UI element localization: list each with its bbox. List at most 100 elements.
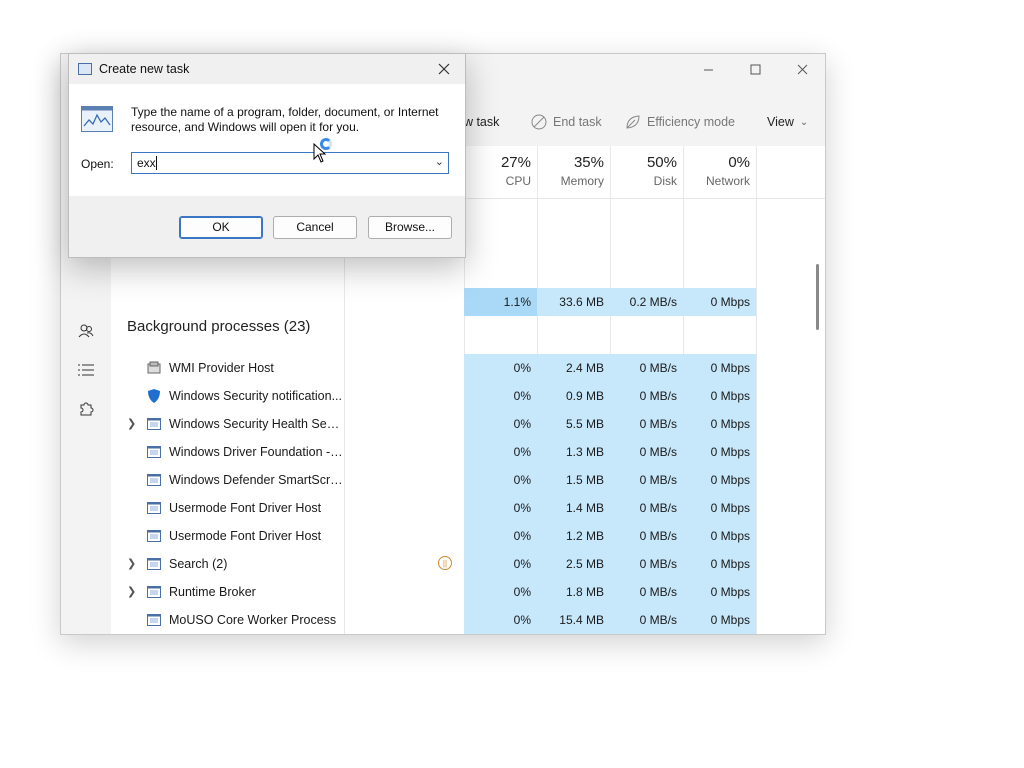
maximize-icon	[750, 64, 760, 74]
network-cell: 0 Mbps	[683, 522, 756, 550]
process-name: WMI Provider Host	[169, 361, 274, 375]
cpu-cell: 0%	[464, 634, 537, 635]
window-app-icon	[147, 473, 161, 487]
table-row[interactable]: Windows Defender SmartScreen 0% 1.5 MB 0 MB…	[111, 466, 825, 494]
table-row[interactable]: WMI Provider Host 0% 2.4 MB 0 MB/s 0 Mbps	[111, 354, 825, 382]
suspended-icon: ||	[438, 556, 452, 570]
table-row[interactable]: MoUSO Core Worker Process 0% 15.4 MB 0 MB/s…	[111, 606, 825, 634]
process-name: Windows Security notification...	[169, 389, 342, 403]
minimize-button[interactable]	[685, 54, 731, 84]
window-app-icon	[147, 501, 161, 515]
disk-cell: 0 MB/s	[610, 410, 683, 438]
cpu-cell: 1.1%	[464, 288, 537, 316]
open-combobox[interactable]: exx ⌄	[131, 152, 449, 174]
view-menu-button[interactable]: View ⌄	[767, 112, 808, 132]
puzzle-icon	[80, 402, 94, 416]
network-cell: 0 Mbps	[683, 634, 756, 635]
table-row[interactable]: Windows Driver Foundation - ... 0% 1.3 MB 0…	[111, 438, 825, 466]
network-cell: 0 Mbps	[683, 606, 756, 634]
cpu-cell: 0%	[464, 382, 537, 410]
dialog-close-button[interactable]	[431, 56, 457, 82]
sidebar-item-users[interactable]	[73, 318, 99, 344]
cpu-percent: 27%	[500, 154, 531, 171]
network-percent: 0%	[728, 154, 750, 171]
network-cell: 0 Mbps	[683, 410, 756, 438]
cpu-cell: 0%	[464, 354, 537, 382]
window-app-icon	[147, 585, 161, 599]
shield-icon	[147, 389, 161, 403]
disk-cell: 0 MB/s	[610, 438, 683, 466]
table-row[interactable]: ❯ Search (2) || 0% 2.5 MB 0 MB/s 0 Mbps	[111, 550, 825, 578]
network-cell: 0 Mbps	[683, 550, 756, 578]
process-name: Usermode Font Driver Host	[169, 529, 322, 543]
process-name: Usermode Font Driver Host	[169, 501, 322, 515]
end-task-icon	[531, 114, 547, 130]
section-title-background-processes: Background processes (23)	[127, 318, 311, 335]
memory-cell: 2.5 MB	[537, 550, 610, 578]
network-cell: 0 Mbps	[683, 578, 756, 606]
memory-cell: 1.4 MB	[537, 494, 610, 522]
column-header-cpu[interactable]: 27% CPU	[461, 154, 531, 188]
sidebar-item-services[interactable]	[73, 396, 99, 422]
table-row[interactable]: ❯ Windows Security Health Servi... 0% 5.5 M…	[111, 410, 825, 438]
network-cell: 0 Mbps	[683, 382, 756, 410]
memory-percent: 35%	[573, 154, 604, 171]
column-header-network[interactable]: 0% Network	[680, 154, 750, 188]
chevron-right-icon[interactable]: ❯	[127, 410, 136, 438]
busy-spinner-icon	[320, 138, 332, 150]
network-cell: 0 Mbps	[683, 288, 756, 316]
table-row[interactable]: ❯ Runtime Broker 0% 1.8 MB 0 MB/s 0 Mbps	[111, 578, 825, 606]
memory-cell: 1.8 MB	[537, 578, 610, 606]
cpu-cell: 0%	[464, 578, 537, 606]
maximize-button[interactable]	[732, 54, 778, 84]
table-row[interactable]: Usermode Font Driver Host 0% 1.2 MB 0 MB/s 0…	[111, 522, 825, 550]
chevron-right-icon[interactable]: ❯	[127, 634, 136, 635]
cpu-cell: 0%	[464, 606, 537, 634]
cpu-label: CPU	[505, 174, 531, 188]
table-row[interactable]: ❯Microsoft Windows Search In...0%4.2 MB0…	[111, 634, 825, 635]
network-cell: 0 Mbps	[683, 494, 756, 522]
table-row[interactable]: 1.1% 33.6 MB 0.2 MB/s 0 Mbps	[111, 288, 825, 316]
run-app-icon	[78, 63, 92, 75]
table-row[interactable]: Usermode Font Driver Host 0% 1.4 MB 0 MB/s 0…	[111, 494, 825, 522]
process-name: Windows Security Health Servi...	[169, 417, 343, 431]
disk-cell: 0 MB/s	[610, 354, 683, 382]
ok-button[interactable]: OK	[179, 216, 263, 239]
memory-cell: 1.5 MB	[537, 466, 610, 494]
disk-percent: 50%	[646, 154, 677, 171]
list-icon	[78, 364, 94, 376]
wmi-icon	[147, 361, 161, 375]
cancel-button[interactable]: Cancel	[273, 216, 357, 239]
close-button[interactable]	[779, 54, 825, 84]
cpu-cell: 0%	[464, 494, 537, 522]
disk-cell: 0 MB/s	[610, 522, 683, 550]
memory-cell: 33.6 MB	[537, 288, 610, 316]
efficiency-mode-button[interactable]: Efficiency mode	[625, 112, 735, 132]
column-header-disk[interactable]: 50% Disk	[607, 154, 677, 188]
window-app-icon	[147, 417, 161, 431]
chevron-down-icon[interactable]: ⌄	[435, 155, 444, 168]
view-label: View	[767, 115, 794, 129]
table-row[interactable]: Windows Security notification... 0% 0.9 MB…	[111, 382, 825, 410]
end-task-button[interactable]: End task	[531, 112, 602, 132]
chevron-right-icon[interactable]: ❯	[127, 578, 136, 606]
close-icon	[797, 64, 807, 74]
end-task-label: End task	[553, 115, 602, 129]
sidebar-item-details[interactable]	[73, 357, 99, 383]
minimize-icon	[703, 69, 713, 70]
cpu-cell: 0%	[464, 410, 537, 438]
window-app-icon	[147, 557, 161, 571]
column-header-memory[interactable]: 35% Memory	[534, 154, 604, 188]
network-cell: 0 Mbps	[683, 354, 756, 382]
cpu-cell: 0%	[464, 522, 537, 550]
memory-cell: 1.2 MB	[537, 522, 610, 550]
text-caret	[156, 156, 157, 170]
chevron-right-icon[interactable]: ❯	[127, 550, 136, 578]
disk-cell: 0 MB/s	[610, 466, 683, 494]
scrollbar-thumb[interactable]	[816, 264, 819, 330]
browse-button[interactable]: Browse...	[368, 216, 452, 239]
run-program-icon	[81, 106, 113, 132]
memory-cell: 1.3 MB	[537, 438, 610, 466]
window-app-icon	[147, 613, 161, 627]
open-input[interactable]: exx	[137, 156, 156, 170]
